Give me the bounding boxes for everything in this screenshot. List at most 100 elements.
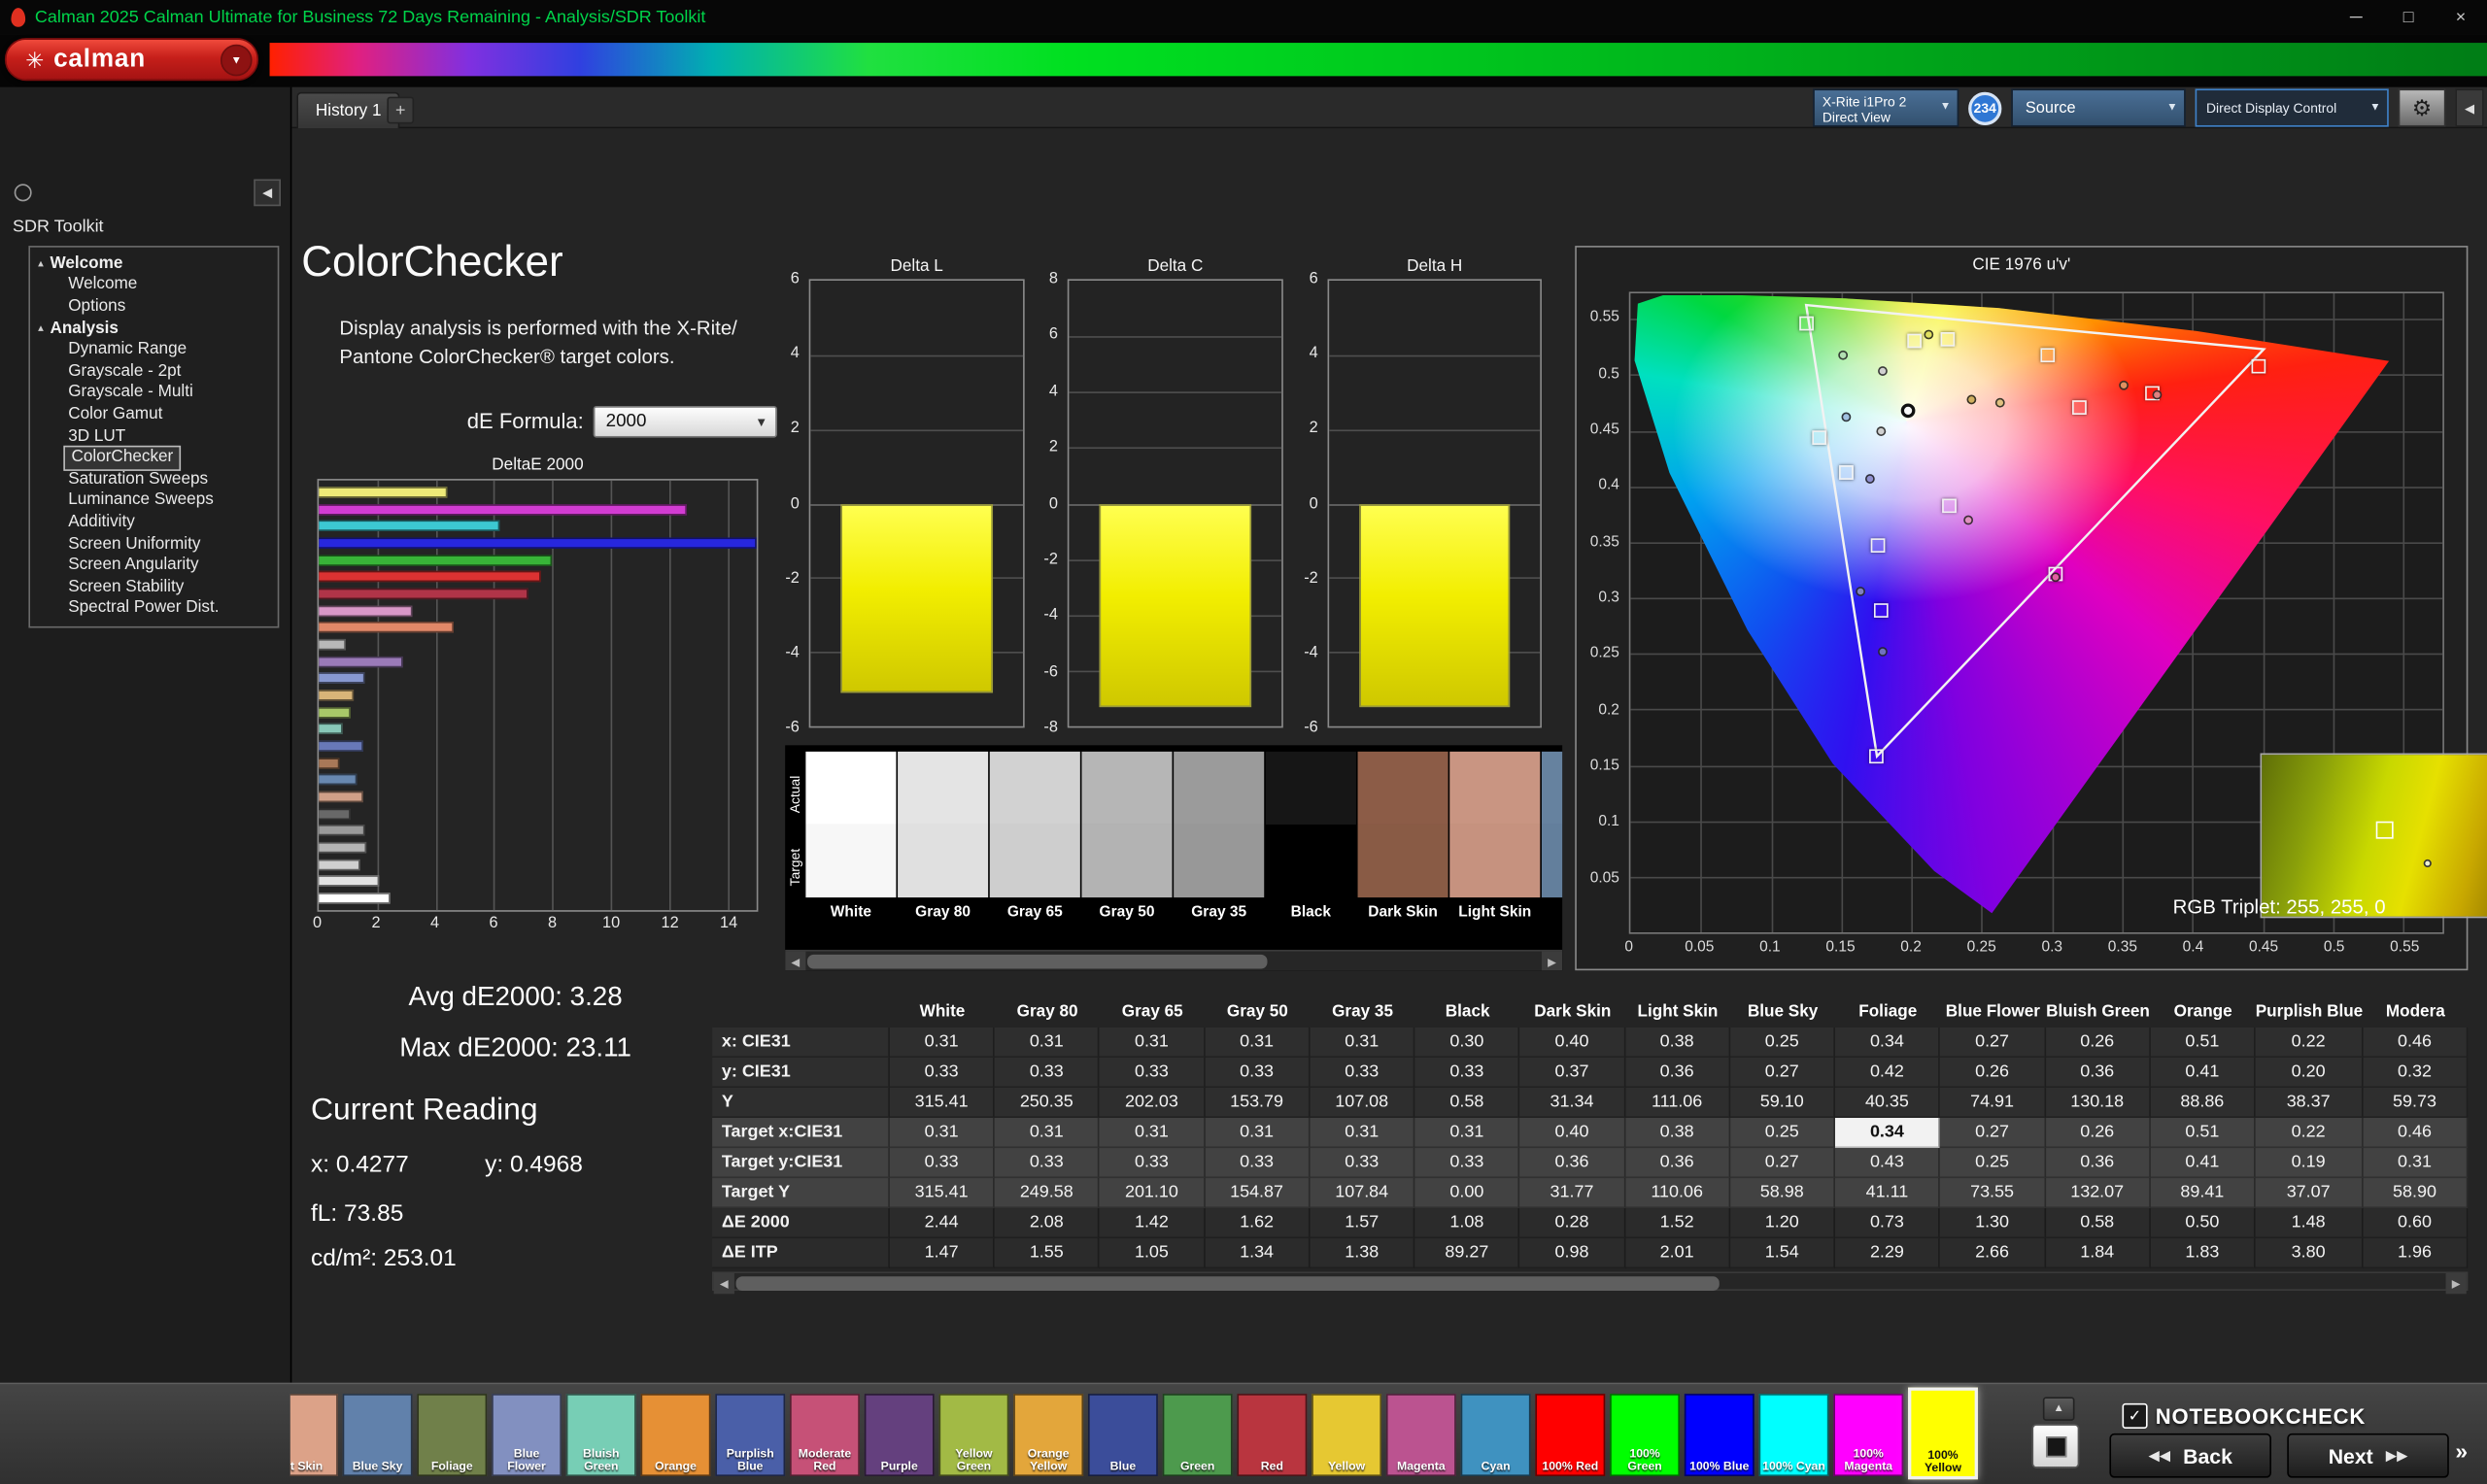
table-cell[interactable]: 0.22 [2256, 1118, 2364, 1148]
patch-bluish-green[interactable]: Bluish Green [566, 1394, 636, 1476]
table-cell[interactable]: 0.20 [2256, 1058, 2364, 1088]
sidebar-item-additivity[interactable]: Additivity [30, 512, 278, 533]
table-cell[interactable]: 0.26 [2045, 1028, 2150, 1058]
close-button[interactable]: × [2435, 0, 2487, 35]
table-cell[interactable]: 1.48 [2256, 1208, 2364, 1238]
table-cell[interactable]: 0.31 [995, 1028, 1100, 1058]
table-cell[interactable]: 0.40 [1520, 1028, 1625, 1058]
patch-ht-skin[interactable]: ht Skin [290, 1394, 338, 1476]
patch-blue-sky[interactable]: Blue Sky [343, 1394, 413, 1476]
patch-purplish-blue[interactable]: Purplish Blue [715, 1394, 785, 1476]
table-cell[interactable]: 130.18 [2045, 1088, 2150, 1118]
source-dropdown[interactable]: Source ▼ [2011, 88, 2186, 126]
table-cell[interactable]: 0.32 [2363, 1058, 2468, 1088]
table-cell[interactable]: 132.07 [2045, 1178, 2150, 1208]
table-cell[interactable]: 89.41 [2151, 1178, 2256, 1208]
table-cell[interactable]: 0.33 [1415, 1148, 1520, 1178]
table-cell[interactable]: 0.27 [1940, 1118, 2045, 1148]
minimize-button[interactable]: ─ [2330, 0, 2382, 35]
table-cell[interactable]: 0.37 [1520, 1058, 1625, 1088]
table-cell[interactable]: 1.34 [1205, 1238, 1310, 1268]
table-cell[interactable]: 2.08 [995, 1208, 1100, 1238]
de-formula-select[interactable]: 2000 ▼ [594, 406, 777, 438]
table-cell[interactable]: 0.25 [1940, 1148, 2045, 1178]
table-cell[interactable]: 1.96 [2363, 1238, 2468, 1268]
pin-icon[interactable] [15, 184, 32, 201]
table-cell[interactable]: 0.33 [1205, 1058, 1310, 1088]
table-cell[interactable]: 1.38 [1310, 1238, 1414, 1268]
table-cell[interactable]: 0.46 [2363, 1118, 2468, 1148]
table-cell[interactable]: 38.37 [2256, 1088, 2364, 1118]
calman-logo[interactable]: ✳ calman ▼ [5, 38, 258, 81]
table-cell[interactable]: 2.01 [1625, 1238, 1730, 1268]
scroll-right-icon[interactable]: ▶ [2446, 1273, 2467, 1294]
patch-yellow-green[interactable]: Yellow Green [939, 1394, 1009, 1476]
table-cell[interactable]: 249.58 [995, 1178, 1100, 1208]
table-cell[interactable]: 0.27 [1940, 1028, 2045, 1058]
sidebar-item-3d-lut[interactable]: 3D LUT [30, 425, 278, 447]
table-cell[interactable]: 0.40 [1520, 1118, 1625, 1148]
table-cell[interactable]: 202.03 [1100, 1088, 1205, 1118]
table-cell[interactable]: 41.11 [1835, 1178, 1940, 1208]
swatch-scrollbar[interactable]: ◀ ▶ [785, 950, 1562, 970]
patch-blue-flower[interactable]: Blue Flower [492, 1394, 562, 1476]
table-cell[interactable]: 0.31 [2363, 1148, 2468, 1178]
table-cell[interactable]: 0.31 [890, 1028, 995, 1058]
table-cell[interactable]: 58.98 [1730, 1178, 1835, 1208]
logo-menu-button[interactable]: ▼ [221, 45, 253, 77]
table-cell[interactable]: 59.73 [2363, 1088, 2468, 1118]
patch-magenta[interactable]: Magenta [1386, 1394, 1456, 1476]
table-cell[interactable]: 1.52 [1625, 1208, 1730, 1238]
table-cell[interactable]: 37.07 [2256, 1178, 2364, 1208]
table-cell[interactable]: 1.05 [1100, 1238, 1205, 1268]
sidebar-item-colorchecker[interactable]: ColorChecker [65, 448, 180, 469]
table-cell[interactable]: 0.33 [1100, 1058, 1205, 1088]
patch-foliage[interactable]: Foliage [417, 1394, 487, 1476]
table-cell[interactable]: 0.33 [995, 1148, 1100, 1178]
table-cell[interactable]: 315.41 [890, 1178, 995, 1208]
table-cell[interactable]: 0.33 [890, 1058, 995, 1088]
patch-blue[interactable]: Blue [1088, 1394, 1158, 1476]
table-cell[interactable]: 31.77 [1520, 1178, 1625, 1208]
scroll-left-icon[interactable]: ◀ [714, 1273, 734, 1294]
table-cell[interactable]: 1.30 [1940, 1208, 2045, 1238]
back-button[interactable]: ◀◀ Back [2109, 1433, 2271, 1478]
pattern-window-button[interactable] [2031, 1424, 2079, 1468]
patch-100-green[interactable]: 100% Green [1610, 1394, 1680, 1476]
table-cell[interactable]: 74.91 [1940, 1088, 2045, 1118]
table-cell[interactable]: 0.50 [2151, 1208, 2256, 1238]
table-cell[interactable]: 0.34 [1835, 1028, 1940, 1058]
table-cell[interactable]: 0.31 [1100, 1028, 1205, 1058]
table-cell[interactable]: 0.25 [1730, 1118, 1835, 1148]
table-cell[interactable]: 0.33 [1310, 1058, 1414, 1088]
table-cell[interactable]: 0.33 [995, 1058, 1100, 1088]
sidebar-item-screen-uniformity[interactable]: Screen Uniformity [30, 533, 278, 555]
maximize-button[interactable]: □ [2382, 0, 2435, 35]
table-cell[interactable]: 1.84 [2045, 1238, 2150, 1268]
table-cell[interactable]: 0.33 [890, 1148, 995, 1178]
table-cell[interactable]: 111.06 [1625, 1088, 1730, 1118]
patch-orange[interactable]: Orange [641, 1394, 711, 1476]
table-cell[interactable]: 58.90 [2363, 1178, 2468, 1208]
table-cell[interactable]: 0.46 [2363, 1028, 2468, 1058]
table-cell[interactable]: 3.80 [2256, 1238, 2364, 1268]
patch-cyan[interactable]: Cyan [1461, 1394, 1531, 1476]
table-cell[interactable]: 154.87 [1205, 1178, 1310, 1208]
table-cell[interactable]: 0.51 [2151, 1028, 2256, 1058]
scrollbar-thumb[interactable] [736, 1276, 1720, 1291]
table-cell[interactable]: 0.31 [1310, 1028, 1414, 1058]
table-cell[interactable]: 0.27 [1730, 1058, 1835, 1088]
table-cell[interactable]: 2.29 [1835, 1238, 1940, 1268]
table-cell[interactable]: 0.28 [1520, 1208, 1625, 1238]
patch-100-cyan[interactable]: 100% Cyan [1759, 1394, 1829, 1476]
table-cell[interactable]: 0.73 [1835, 1208, 1940, 1238]
table-cell[interactable]: 0.30 [1415, 1028, 1520, 1058]
table-cell[interactable]: 0.31 [1415, 1118, 1520, 1148]
table-cell[interactable]: 1.20 [1730, 1208, 1835, 1238]
scrollbar-thumb[interactable] [807, 955, 1267, 969]
table-cell[interactable]: 107.08 [1310, 1088, 1414, 1118]
settings-button[interactable]: ⚙ [2399, 88, 2446, 126]
patch-red[interactable]: Red [1237, 1394, 1307, 1476]
table-cell[interactable]: 88.86 [2151, 1088, 2256, 1118]
table-cell[interactable]: 0.36 [1625, 1148, 1730, 1178]
